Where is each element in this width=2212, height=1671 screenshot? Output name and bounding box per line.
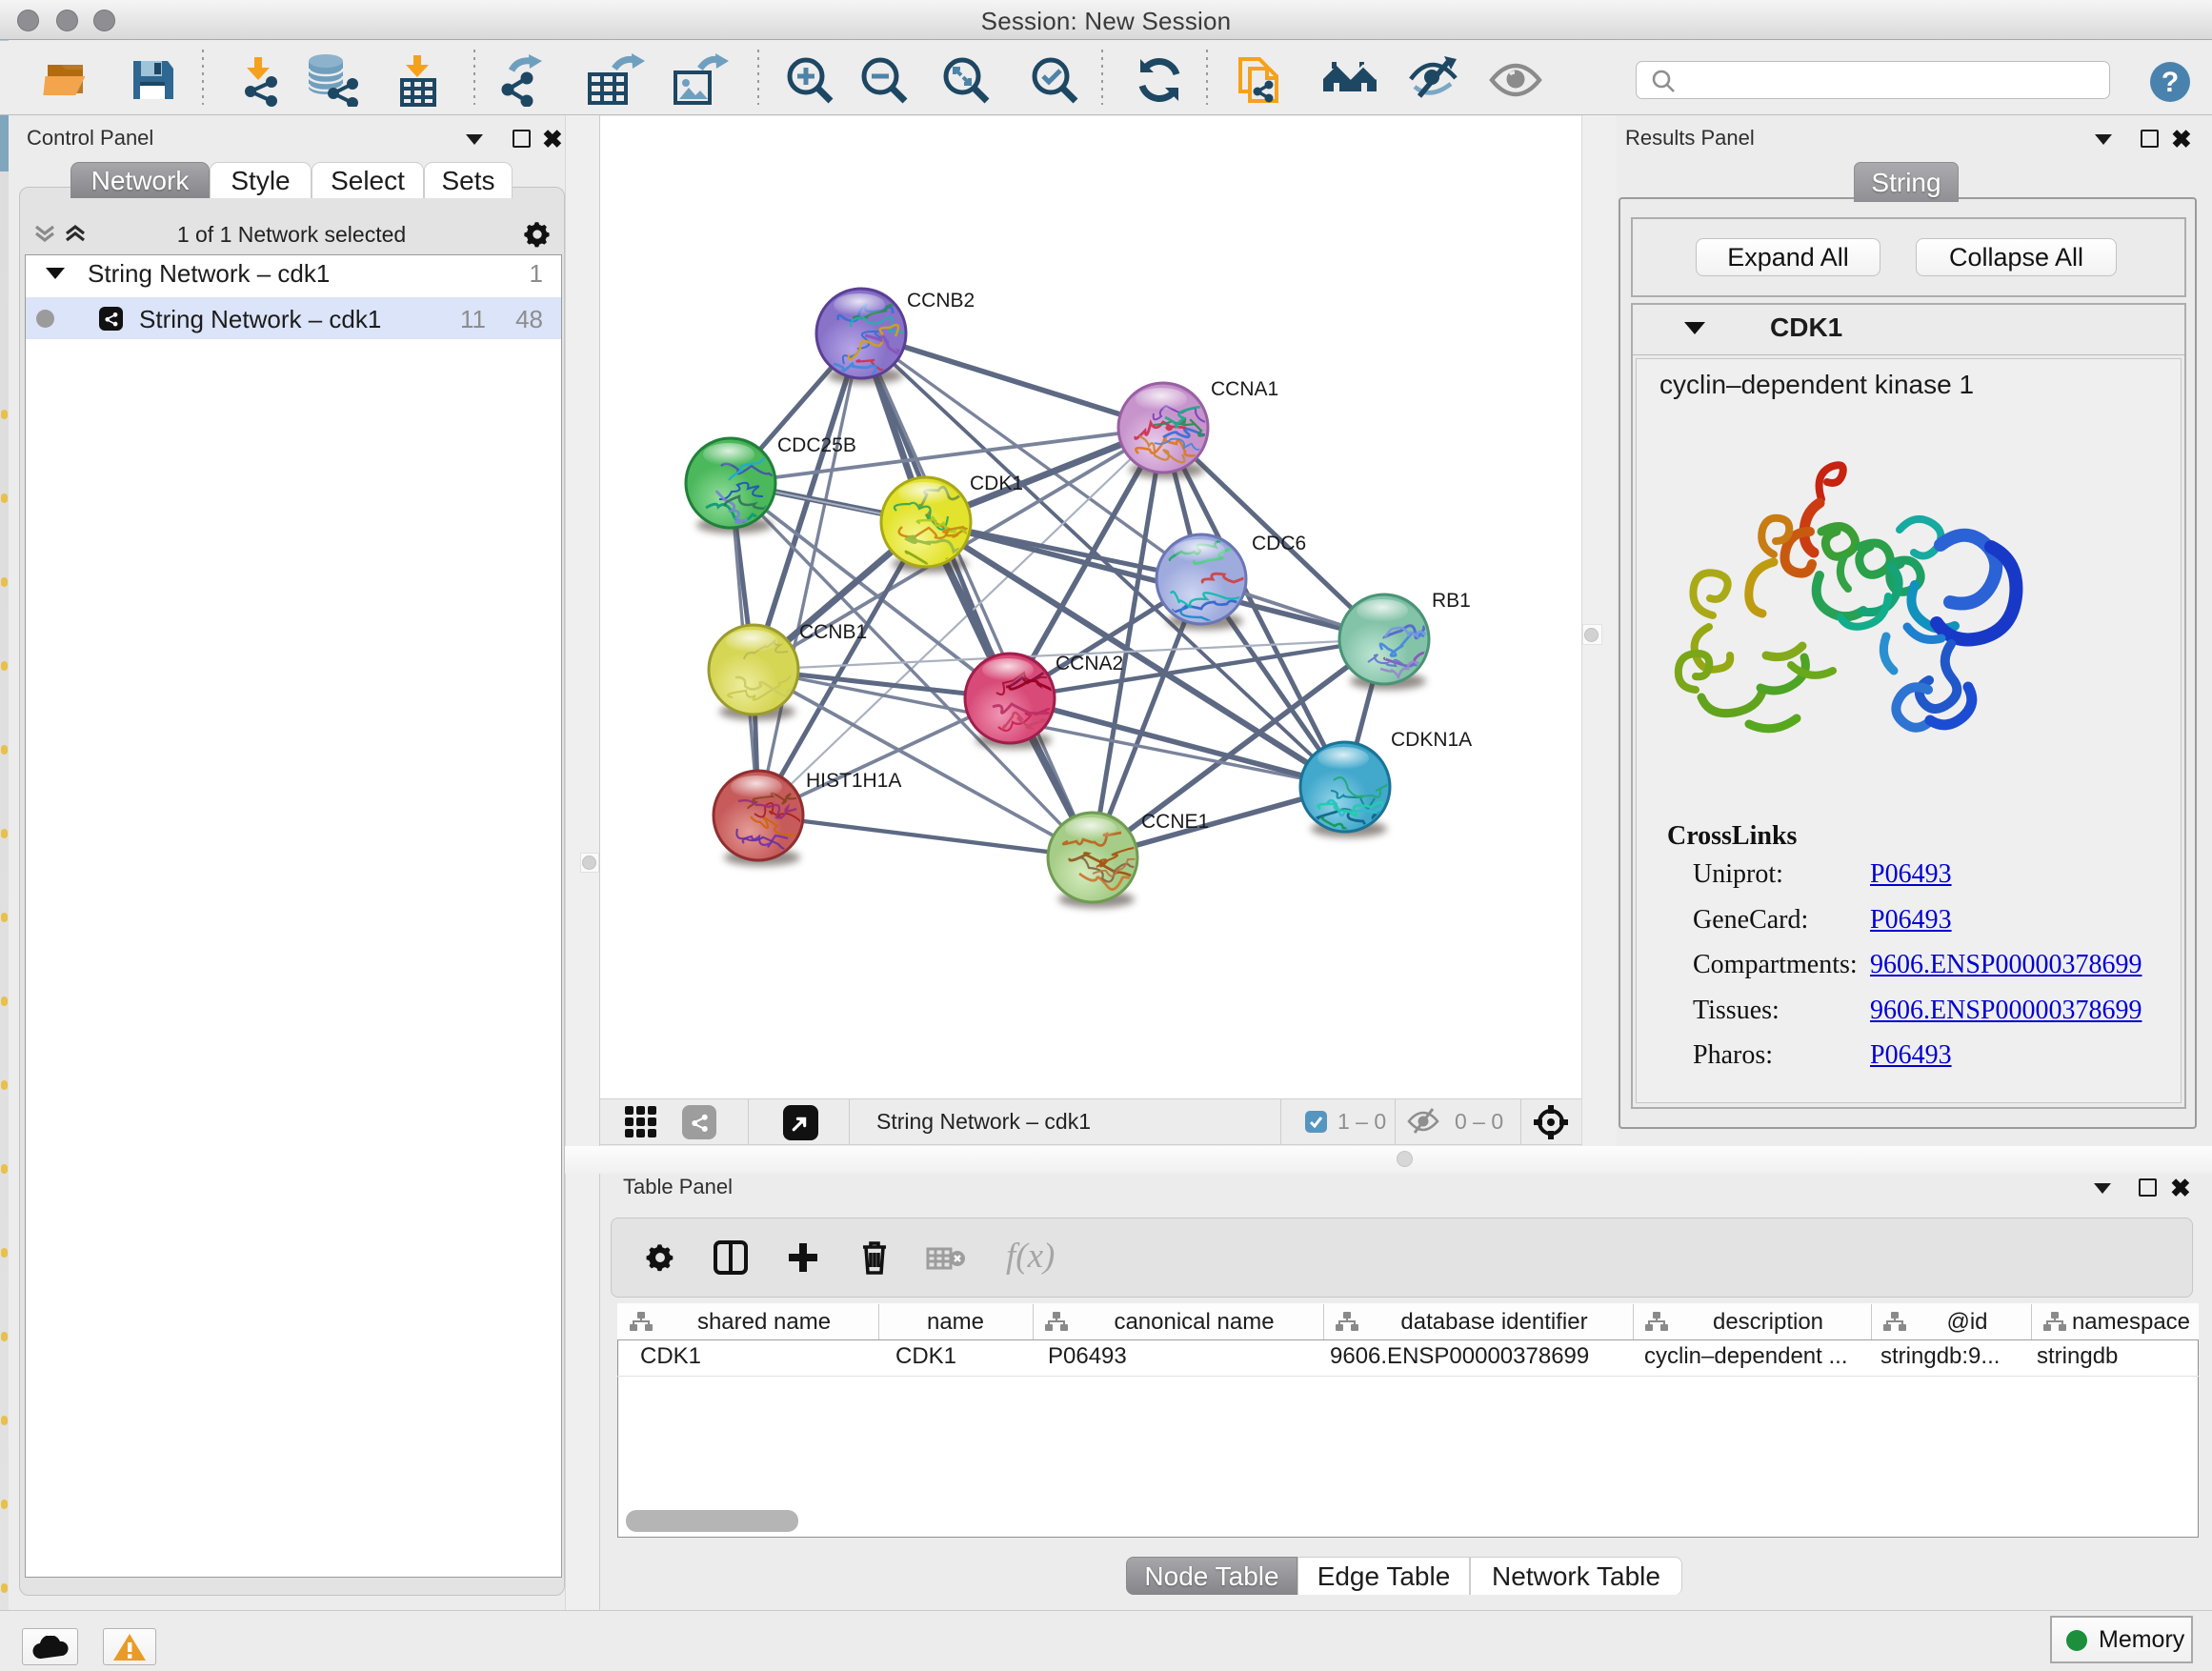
- svg-text:CDC25B: CDC25B: [777, 434, 856, 456]
- svg-text:CCNB2: CCNB2: [907, 290, 975, 312]
- svg-text:CCNE1: CCNE1: [1141, 811, 1209, 833]
- svg-text:CDKN1A: CDKN1A: [1391, 729, 1472, 751]
- svg-text:CCNA1: CCNA1: [1211, 378, 1278, 400]
- svg-text:CDK1: CDK1: [970, 473, 1023, 494]
- svg-text:CCNA2: CCNA2: [1056, 653, 1123, 674]
- svg-text:?: ?: [2162, 67, 2179, 98]
- svg-text:RB1: RB1: [1432, 590, 1471, 612]
- svg-text:CCNB1: CCNB1: [799, 621, 867, 643]
- svg-text:HIST1H1A: HIST1H1A: [806, 770, 901, 792]
- svg-text:CDC6: CDC6: [1252, 533, 1306, 554]
